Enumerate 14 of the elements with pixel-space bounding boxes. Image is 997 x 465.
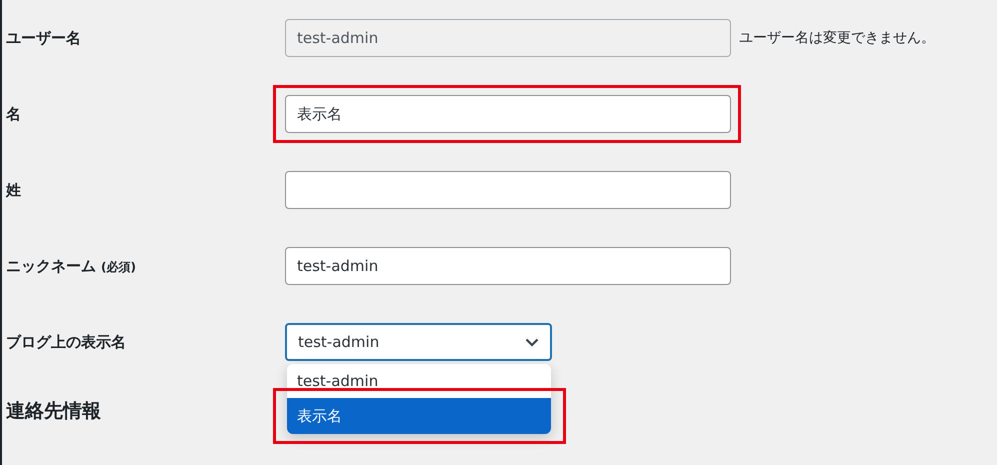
text-field[interactable]: 表示名 [285, 95, 731, 133]
field-note: ユーザー名は変更できません。 [739, 29, 935, 47]
select-field[interactable]: test-admin [285, 323, 552, 361]
text-field[interactable]: test-admin [285, 247, 731, 285]
field-label: ブログ上の表示名 [6, 332, 127, 352]
field-label: 名 [6, 104, 22, 124]
dropdown-option[interactable]: test-admin [287, 364, 551, 398]
field-label: 姓 [6, 180, 22, 200]
field-label: ニックネーム (必須) [6, 256, 137, 276]
section-heading: 連絡先情報 [6, 399, 101, 424]
chevron-down-icon [525, 338, 539, 346]
dropdown-option[interactable]: 表示名 [287, 398, 551, 434]
text-field[interactable] [285, 171, 731, 209]
field-label: ユーザー名 [6, 28, 82, 48]
